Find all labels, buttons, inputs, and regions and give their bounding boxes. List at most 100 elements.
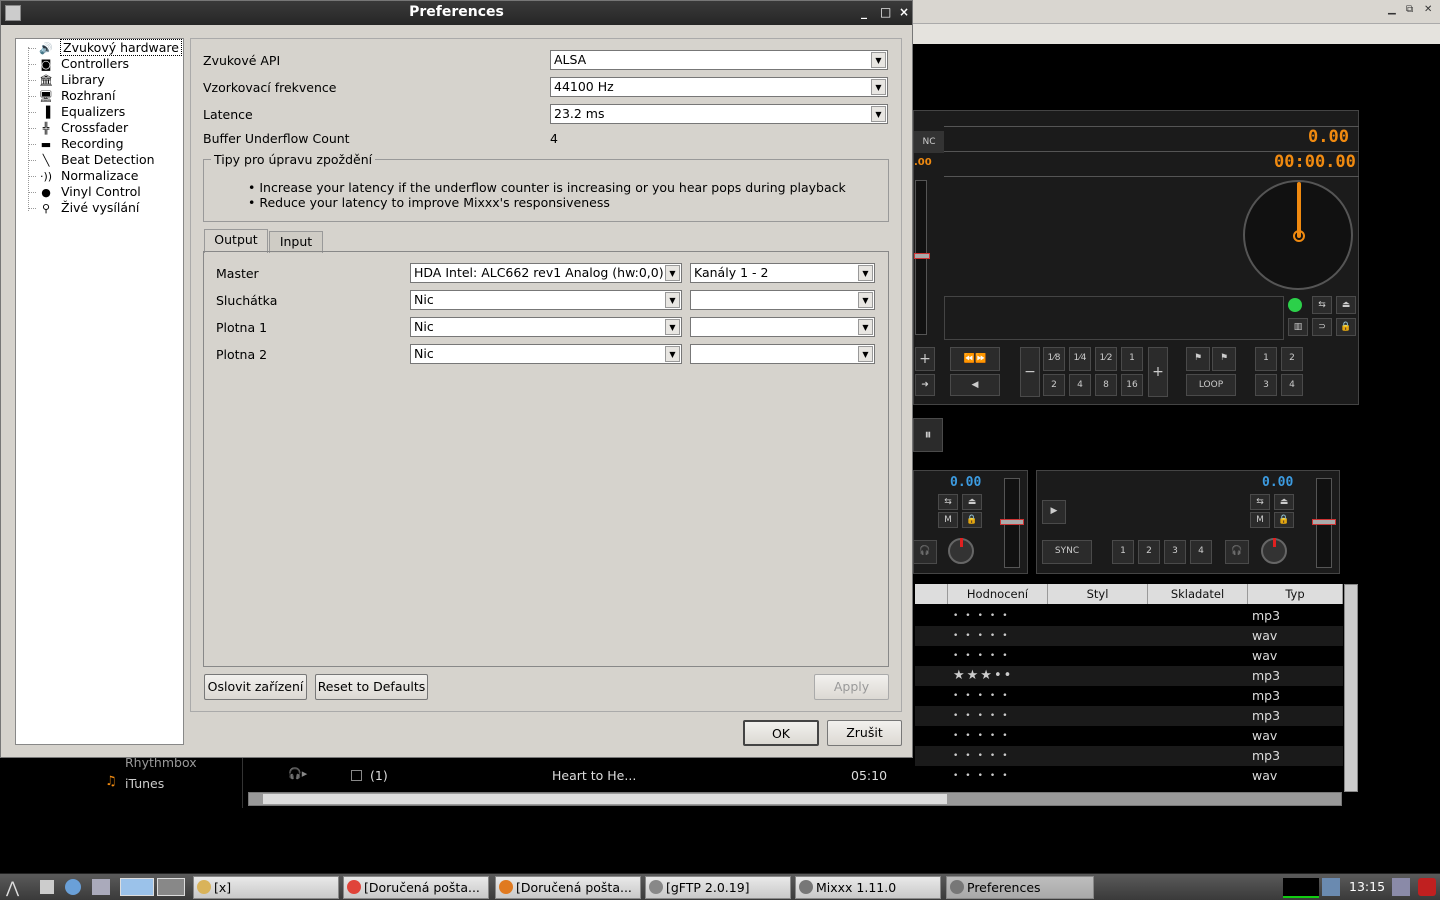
output-device-select[interactable]: Nic ▼ [410,344,682,364]
beatloop-button[interactable]: 8 [1095,374,1117,396]
api-select[interactable]: ALSA ▼ [550,50,888,70]
repeat-icon[interactable]: ⇆ [938,494,958,510]
samplerate-select[interactable]: 44100 Hz ▼ [550,77,888,97]
taskbar-item[interactable]: [gFTP 2.0.19] [645,876,791,899]
sync-button-partial[interactable]: NC [914,131,944,153]
volume-fader[interactable] [1312,478,1336,568]
windows-icon[interactable] [92,879,110,895]
output-channel-select[interactable]: ▼ [690,290,875,310]
rating-stars[interactable]: ••••• [953,726,1015,746]
gain-knob[interactable] [1261,538,1287,564]
eject-icon[interactable]: ⏏ [1336,296,1356,314]
loop-halve-button[interactable]: − [1020,347,1040,397]
rewind-ff-icon[interactable]: ⏪⏩ [950,347,1000,371]
tree-item[interactable]: ⚲ Živé vysílání [38,200,139,216]
tree-item[interactable]: ·)) Normalizace [38,168,139,184]
lock-icon[interactable]: 🔒 [1274,512,1294,528]
close-icon[interactable]: ✕ [1424,4,1432,15]
tab-input[interactable]: Input [269,231,323,253]
tree-item[interactable]: 🔊 Zvukový hardware [38,39,182,56]
taskbar-item[interactable]: [Doručená pošta... [343,876,489,899]
waveform-overview[interactable] [944,296,1284,340]
pitch-fader[interactable] [914,180,930,335]
table-row[interactable]: ••••• mp3 [915,606,1343,626]
column-composer[interactable]: Skladatel [1148,584,1248,604]
sampler-hotcue-4[interactable]: 4 [1190,540,1212,564]
pause-icon[interactable]: ⏸ [913,418,943,452]
right-arrow-icon[interactable]: ➜ [915,374,935,396]
taskbar-item[interactable]: [x] [193,876,339,899]
table-row[interactable]: ••••• wav [915,626,1343,646]
tree-item[interactable]: 🏛 Library [38,72,105,88]
column-type[interactable]: Typ [1248,584,1343,604]
jog-wheel[interactable] [1243,180,1353,290]
maximize-icon[interactable]: □ [880,1,891,23]
taskbar-item[interactable]: Mixxx 1.11.0 [795,876,941,899]
beatloop-button[interactable]: 1⁄8 [1043,347,1065,371]
sampler-hotcue-2[interactable]: 2 [1138,540,1160,564]
network-icon[interactable] [1322,878,1340,896]
output-device-select[interactable]: Nic ▼ [410,317,682,337]
table-row[interactable]: ••••• mp3 [915,746,1343,766]
battery-icon[interactable] [1392,878,1410,896]
taskbar-item[interactable]: Preferences [946,876,1094,899]
hotcue-1[interactable]: 1 [1255,347,1277,371]
beatloop-button[interactable]: 16 [1121,374,1143,396]
globe-icon[interactable] [65,879,81,895]
plus-icon[interactable]: + [915,347,935,371]
taskbar-item[interactable]: [Doručená pošta... [495,876,641,899]
rating-stars[interactable]: ••••• [953,686,1015,706]
tree-item[interactable]: ◙ Controllers [38,56,129,72]
output-channel-select[interactable]: ▼ [690,317,875,337]
minimize-icon[interactable]: ▁ [1388,4,1396,15]
output-channel-select[interactable]: ▼ [690,344,875,364]
output-channel-select[interactable]: Kanály 1 - 2 ▼ [690,263,875,283]
column-style[interactable]: Styl [1048,584,1148,604]
table-row[interactable]: ••••• mp3 [915,686,1343,706]
output-device-select[interactable]: Nic ▼ [410,290,682,310]
apply-button[interactable]: Apply [814,674,889,700]
headphones-icon[interactable]: 🎧 [1225,540,1249,564]
tree-item[interactable]: ╬ Crossfader [38,120,128,136]
sampler-hotcue-3[interactable]: 3 [1164,540,1186,564]
latency-select[interactable]: 23.2 ms ▼ [550,104,888,124]
cancel-button[interactable]: Zrušit [827,720,902,746]
loop-double-button[interactable]: + [1148,347,1168,397]
hotcue-4[interactable]: 4 [1281,374,1303,396]
sync-led-icon[interactable] [1288,298,1302,312]
tree-item[interactable]: ╲ Beat Detection [38,152,155,168]
eject-icon[interactable]: ⏏ [962,494,982,510]
volume-fader[interactable] [1000,478,1024,568]
headphones-icon[interactable]: 🎧 [913,540,937,564]
rating-stars[interactable]: ★★★•• [953,666,1013,686]
mute-button[interactable]: M [1250,512,1270,528]
gain-knob[interactable] [948,538,974,564]
tree-item[interactable]: ▬ Recording [38,136,124,152]
sidebar-item-itunes[interactable]: iTunes [125,776,164,791]
loop-button[interactable]: LOOP [1186,374,1236,396]
beatloop-button[interactable]: 1⁄4 [1069,347,1091,371]
minimize-icon[interactable]: _ [861,1,867,23]
column-rating[interactable]: Hodnocení [948,584,1048,604]
library-hscrollbar[interactable] [248,792,1342,806]
desktop-pager[interactable] [120,878,154,896]
repeat-icon[interactable]: ⇆ [1312,296,1332,314]
table-row[interactable]: ★★★•• mp3 [915,666,1343,686]
keylock-icon[interactable]: ⊃ [1312,318,1332,336]
table-row[interactable]: ••••• wav [915,646,1343,666]
rating-stars[interactable]: ••••• [953,606,1015,626]
sampler-hotcue-1[interactable]: 1 [1112,540,1134,564]
beatloop-button[interactable]: 1 [1121,347,1143,371]
play-icon[interactable]: ▶ [1042,500,1066,524]
table-row[interactable]: ••••• wav [915,726,1343,746]
repeat-icon[interactable]: ⇆ [1250,494,1270,510]
rating-stars[interactable]: ••••• [953,626,1015,646]
beatloop-button[interactable]: 1⁄2 [1095,347,1117,371]
table-row[interactable]: ••••• mp3 [915,706,1343,726]
sync-button[interactable]: SYNC [1042,540,1092,564]
beatloop-button[interactable]: 2 [1043,374,1065,396]
ok-button[interactable]: OK [743,720,819,746]
mute-button[interactable]: M [938,512,958,528]
table-row[interactable]: 🎧▸ (1) Heart to He... 05:10 [248,767,928,787]
output-device-select[interactable]: HDA Intel: ALC662 rev1 Analog (hw:0,0) ▼ [410,263,682,283]
